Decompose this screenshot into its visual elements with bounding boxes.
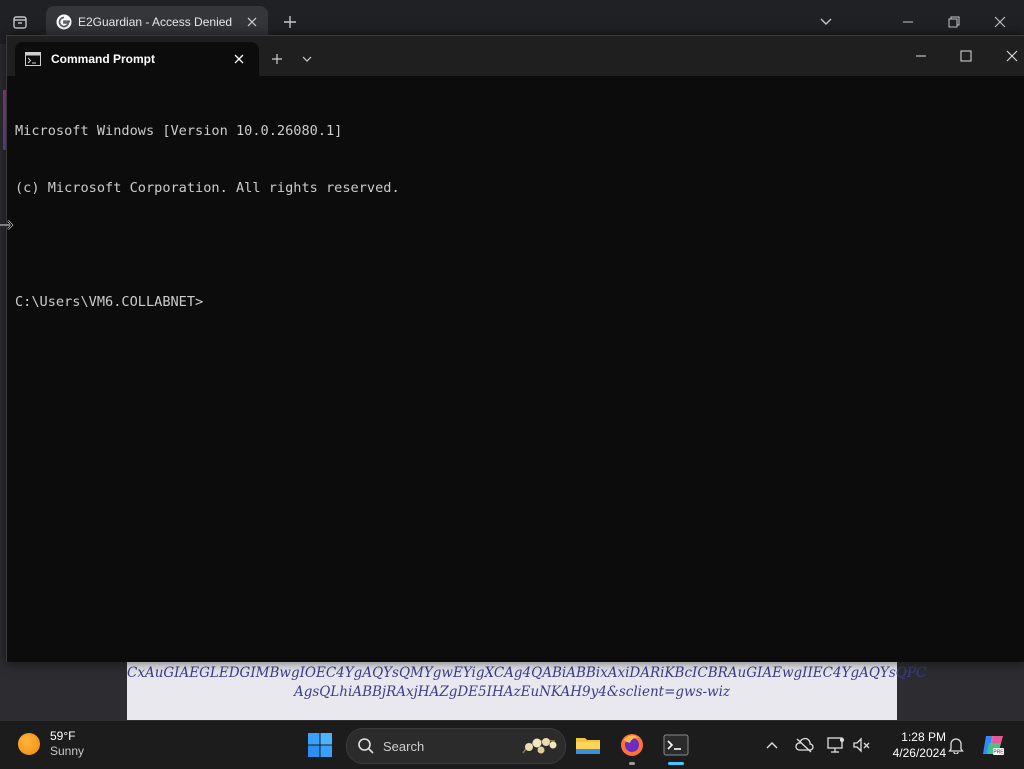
app-running-indicator	[629, 762, 635, 765]
maximize-icon[interactable]	[954, 46, 978, 66]
tab-search-icon[interactable]	[8, 10, 32, 34]
weather-widget[interactable]: 59°F Sunny	[18, 729, 84, 759]
chevron-down-icon[interactable]	[816, 12, 836, 32]
terminal-output[interactable]: Microsoft Windows [Version 10.0.26080.1]…	[15, 84, 1015, 662]
close-icon[interactable]	[1000, 46, 1024, 66]
weather-condition: Sunny	[50, 744, 85, 758]
minimize-icon[interactable]	[909, 46, 933, 66]
taskbar-search[interactable]: Search	[346, 728, 566, 764]
terminal-prompt[interactable]: C:\Users\VM6.COLLABNET>	[15, 293, 1015, 312]
search-highlight-art-icon	[522, 738, 557, 754]
display-icon[interactable]	[826, 735, 846, 755]
chevron-up-icon[interactable]	[762, 735, 782, 755]
terminal-tab[interactable]: Command Prompt	[15, 42, 259, 76]
google-favicon-icon	[56, 14, 72, 30]
terminal-window: Command Prompt Microsoft Windows [Versio…	[6, 35, 1024, 662]
minimize-icon[interactable]	[898, 12, 918, 32]
close-icon[interactable]	[229, 49, 249, 69]
close-icon[interactable]	[242, 12, 262, 32]
page-text-line: CxAuGIAEGLEDGIMBwgIOEC4YgAQYsQMYgwEYigXC…	[127, 665, 927, 681]
speaker-icon[interactable]	[852, 735, 872, 755]
clock-date: 4/26/2024	[892, 746, 946, 760]
close-icon[interactable]	[990, 12, 1010, 32]
clock[interactable]: 1:28 PM 4/26/2024	[880, 729, 946, 761]
page-text-line: AgsQLhiABBjRAxjHAZgDE5IHAzEuNKAH9y4&scli…	[293, 684, 731, 700]
terminal-line: Microsoft Windows [Version 10.0.26080.1]	[15, 123, 343, 139]
terminal-tab-title: Command Prompt	[51, 52, 156, 66]
page-url-text: CxAuGIAEGLEDGIMBwgIOEC4YgAQYsQMYgwEYigXC…	[127, 660, 927, 720]
svg-text:PRE: PRE	[993, 750, 1004, 756]
weather-temp: 59°F	[50, 729, 76, 743]
app-active-indicator	[668, 762, 684, 765]
taskbar: 59°F Sunny Search 1:28 PM 4/26/2024 PRE	[0, 720, 1024, 769]
windows-start-icon[interactable]	[306, 731, 334, 759]
copilot-icon[interactable]: PRE	[980, 732, 1006, 758]
sun-icon	[18, 733, 40, 755]
plus-icon[interactable]	[267, 49, 287, 69]
search-label: Search	[383, 738, 425, 754]
terminal-icon[interactable]	[660, 729, 692, 765]
terminal-titlebar[interactable]: Command Prompt	[7, 36, 1024, 76]
resize-cursor-icon	[0, 220, 14, 230]
terminal-line: (c) Microsoft Corporation. All rights re…	[15, 180, 400, 196]
cmd-icon	[25, 52, 41, 66]
browser-tab[interactable]: E2Guardian - Access Denied	[46, 6, 268, 38]
firefox-icon[interactable]	[616, 729, 648, 765]
search-icon	[358, 738, 374, 754]
cloud-offline-icon[interactable]	[794, 735, 814, 755]
restore-icon[interactable]	[944, 12, 964, 32]
bell-icon[interactable]	[946, 735, 966, 755]
chevron-down-icon[interactable]	[299, 49, 315, 69]
file-explorer-icon[interactable]	[572, 729, 604, 761]
plus-icon[interactable]	[280, 12, 300, 32]
browser-tab-title: E2Guardian - Access Denied	[78, 15, 233, 29]
clock-time: 1:28 PM	[901, 730, 946, 744]
